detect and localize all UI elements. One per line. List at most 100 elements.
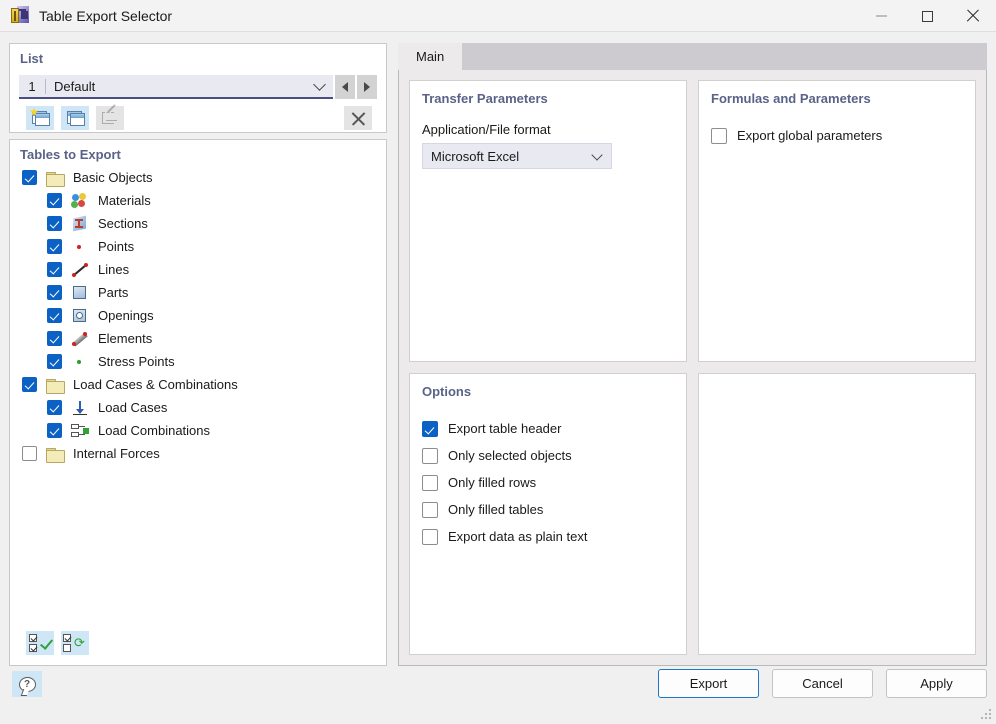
tree-node[interactable]: Internal Forces	[10, 442, 386, 465]
tree-node-checkbox[interactable]	[47, 331, 62, 346]
tree-node-checkbox[interactable]	[47, 239, 62, 254]
option-row[interactable]: Only filled tables	[422, 496, 674, 523]
tree-node[interactable]: Materials	[10, 189, 386, 212]
application-file-format-value: Microsoft Excel	[431, 149, 519, 164]
tree-node-checkbox[interactable]	[22, 446, 37, 461]
maximize-icon	[922, 11, 933, 22]
tree-node[interactable]: Load Combinations	[10, 419, 386, 442]
option-row[interactable]: Only selected objects	[422, 442, 674, 469]
maximize-button[interactable]	[904, 0, 950, 32]
list-next-button[interactable]	[357, 75, 377, 99]
point-red-icon	[71, 239, 89, 255]
option-row[interactable]: Export table header	[422, 415, 674, 442]
tree-node[interactable]: Load Cases	[10, 396, 386, 419]
option-row[interactable]: Only filled rows	[422, 469, 674, 496]
tree-node-label: Load Cases & Combinations	[73, 377, 238, 392]
tree-node[interactable]: Stress Points	[10, 350, 386, 373]
tree-node-checkbox[interactable]	[22, 170, 37, 185]
list-toolbar	[26, 106, 124, 130]
cancel-button[interactable]: Cancel	[772, 669, 873, 698]
tree-node-checkbox[interactable]	[47, 216, 62, 231]
tree-node[interactable]: Sections	[10, 212, 386, 235]
window-title: Table Export Selector	[39, 8, 172, 24]
tree-node[interactable]: Elements	[10, 327, 386, 350]
check-all-icon	[29, 634, 52, 652]
option-checkbox[interactable]	[422, 448, 438, 464]
close-x-icon	[351, 111, 366, 126]
new-list-button[interactable]	[26, 106, 54, 130]
tree-node-checkbox[interactable]	[47, 354, 62, 369]
point-green-icon	[71, 354, 89, 370]
empty-panel	[698, 373, 976, 655]
option-label: Only filled rows	[448, 475, 536, 490]
tree-node-checkbox[interactable]	[47, 285, 62, 300]
tables-tree[interactable]: Basic ObjectsMaterialsSectionsPointsLine…	[10, 166, 386, 619]
option-checkbox[interactable]	[422, 502, 438, 518]
tree-node[interactable]: Parts	[10, 281, 386, 304]
tables-to-export-title: Tables to Export	[20, 147, 121, 162]
option-checkbox[interactable]	[422, 421, 438, 437]
minimize-button[interactable]	[858, 0, 904, 32]
list-selector-row: 1 Default	[19, 75, 377, 99]
minimize-icon	[876, 15, 887, 17]
option-row[interactable]: Export data as plain text	[422, 523, 674, 550]
table-export-icon	[9, 6, 29, 26]
tree-node-checkbox[interactable]	[47, 423, 62, 438]
tree-node-checkbox[interactable]	[22, 377, 37, 392]
grip-dot	[989, 713, 991, 715]
dialog-body: List 1 Default	[0, 33, 996, 724]
tree-node-checkbox[interactable]	[47, 400, 62, 415]
tables-to-export-panel: Tables to Export Basic ObjectsMaterialsS…	[9, 139, 387, 666]
folder-icon	[46, 377, 64, 393]
tree-node-label: Stress Points	[98, 354, 175, 369]
tree-node-label: Internal Forces	[73, 446, 160, 461]
option-checkbox[interactable]	[422, 529, 438, 545]
list-combo[interactable]: 1 Default	[19, 75, 333, 99]
option-checkbox[interactable]	[711, 128, 727, 144]
help-button[interactable]: ?	[12, 671, 42, 697]
arrow-left-icon	[342, 82, 348, 92]
resize-grip[interactable]	[981, 709, 993, 721]
tree-node-checkbox[interactable]	[47, 262, 62, 277]
tree-node[interactable]: Load Cases & Combinations	[10, 373, 386, 396]
tree-node[interactable]: Lines	[10, 258, 386, 281]
close-button[interactable]	[950, 0, 996, 32]
invert-selection-button[interactable]: ⟳	[61, 631, 89, 655]
select-all-button[interactable]	[26, 631, 54, 655]
option-label: Only selected objects	[448, 448, 572, 463]
grip-dot	[981, 717, 983, 719]
rename-list-button	[96, 106, 124, 130]
tree-node-checkbox[interactable]	[47, 193, 62, 208]
folder-icon	[46, 170, 64, 186]
duplicate-list-button[interactable]	[61, 106, 89, 130]
tree-node[interactable]: Basic Objects	[10, 166, 386, 189]
option-row[interactable]: Export global parameters	[711, 122, 963, 149]
edit-pencil-icon	[102, 111, 119, 126]
application-file-format-select[interactable]: Microsoft Excel	[422, 143, 612, 169]
delete-list-button[interactable]	[344, 106, 372, 130]
tab-panel-main: Transfer Parameters Application/File for…	[398, 70, 987, 666]
load-combination-icon	[71, 423, 89, 439]
list-prev-button[interactable]	[335, 75, 355, 99]
arrow-right-icon	[364, 82, 370, 92]
list-panel: List 1 Default	[9, 43, 387, 133]
tree-node[interactable]: Openings	[10, 304, 386, 327]
option-checkbox[interactable]	[422, 475, 438, 491]
list-value: Default	[54, 79, 95, 94]
tree-node[interactable]: Points	[10, 235, 386, 258]
invert-selection-icon: ⟳	[63, 634, 87, 652]
chevron-down-icon[interactable]	[313, 78, 326, 91]
export-button[interactable]: Export	[658, 669, 759, 698]
options-list: Export table header Only selected objects…	[422, 415, 674, 550]
left-column: List 1 Default	[9, 43, 387, 666]
tab-main[interactable]: Main	[398, 43, 462, 70]
apply-button[interactable]: Apply	[886, 669, 987, 698]
tree-node-label: Parts	[98, 285, 128, 300]
formulas-parameters-title: Formulas and Parameters	[711, 91, 963, 106]
tree-node-checkbox[interactable]	[47, 308, 62, 323]
tree-node-label: Load Cases	[98, 400, 167, 415]
tree-node-label: Load Combinations	[98, 423, 210, 438]
line-icon	[71, 262, 89, 278]
transfer-parameters-panel: Transfer Parameters Application/File for…	[409, 80, 687, 362]
title-bar: Table Export Selector	[0, 0, 996, 32]
